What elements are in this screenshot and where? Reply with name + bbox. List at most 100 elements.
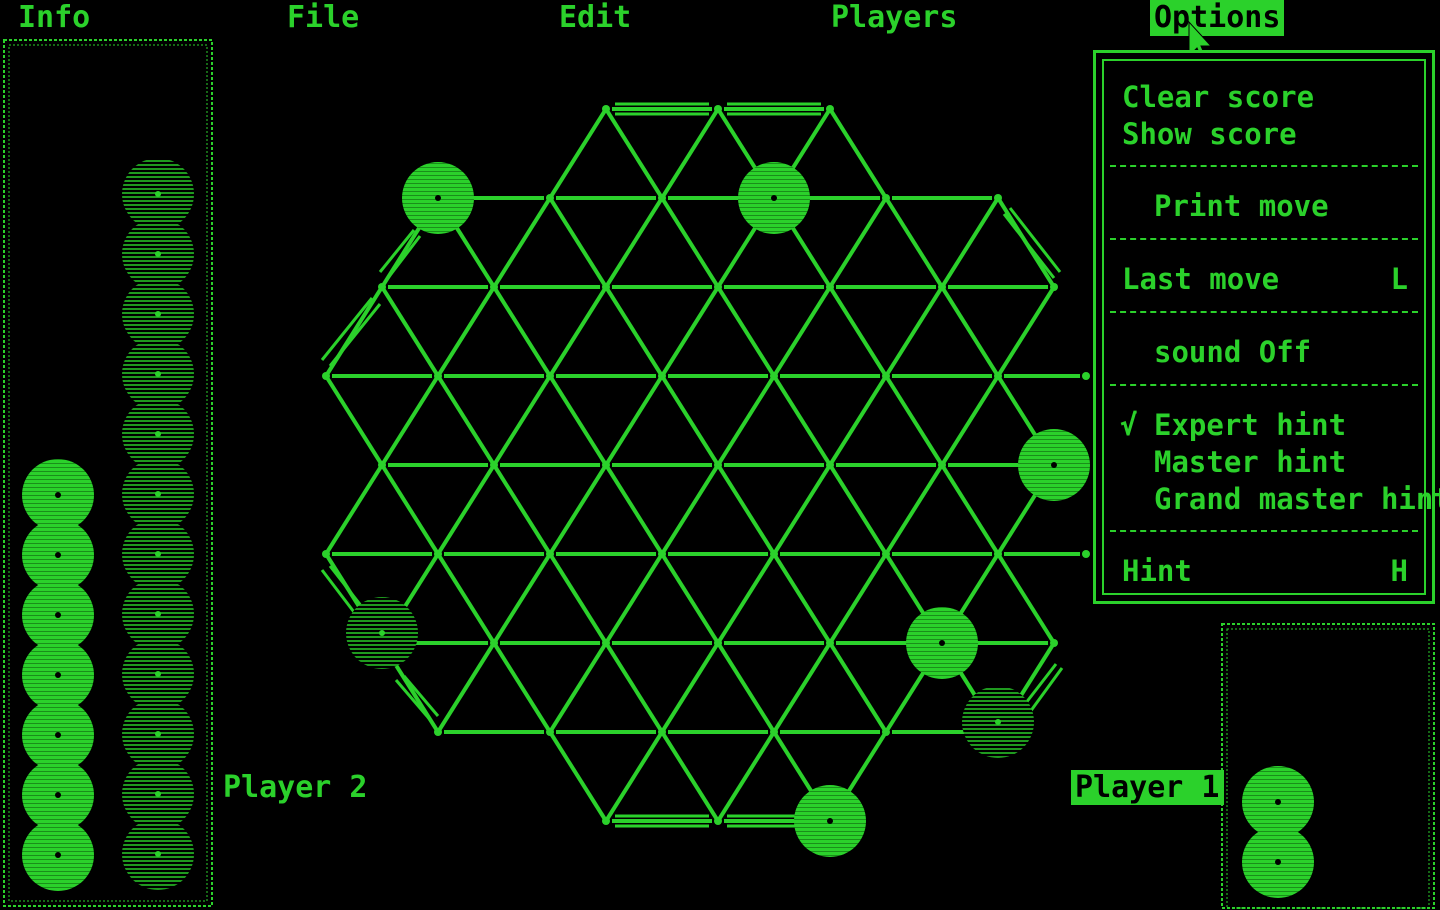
grid-line (828, 196, 888, 289)
piece-center-dot (939, 640, 945, 646)
piece-center-dot (155, 311, 161, 317)
board-node[interactable] (546, 550, 554, 558)
board-node[interactable] (546, 194, 554, 202)
grid-line (940, 285, 1000, 378)
grid-line (772, 463, 832, 556)
piece-center-dot (155, 491, 161, 497)
board-node[interactable] (714, 461, 722, 469)
piece-center-dot (155, 851, 161, 857)
board-node[interactable] (882, 550, 890, 558)
expert-hint-item[interactable]: √ Expert hint (1120, 407, 1414, 443)
board-node[interactable] (490, 461, 498, 469)
grid-line (548, 552, 608, 645)
grid-line (996, 285, 1056, 378)
piece-center-dot (55, 672, 61, 678)
options-dropdown: Clear score Show score Print move Last m… (1093, 50, 1440, 604)
grid-line (884, 196, 944, 289)
print-move-item[interactable]: Print move (1122, 188, 1414, 224)
piece-center-dot (771, 195, 777, 201)
grid-line (940, 374, 1000, 467)
board-node[interactable] (322, 550, 330, 558)
board-node[interactable] (994, 372, 1002, 380)
board-node[interactable] (602, 817, 610, 825)
grid-line (492, 374, 552, 467)
board-node[interactable] (994, 550, 1002, 558)
show-score-item[interactable]: Show score (1122, 116, 1414, 152)
grid-line (548, 285, 608, 378)
board-node[interactable] (658, 550, 666, 558)
board-node[interactable] (546, 372, 554, 380)
board-node[interactable] (770, 550, 778, 558)
board-node[interactable] (434, 728, 442, 736)
board-node[interactable] (434, 550, 442, 558)
piece-center-dot (155, 611, 161, 617)
board-node[interactable] (490, 283, 498, 291)
grid-line (436, 641, 496, 734)
board-node[interactable] (994, 194, 1002, 202)
board-node[interactable] (882, 194, 890, 202)
master-hint-item[interactable]: Master hint (1122, 444, 1414, 480)
board-node[interactable] (602, 283, 610, 291)
board-node[interactable] (1082, 372, 1090, 380)
board-node[interactable] (602, 105, 610, 113)
grid-line (772, 374, 832, 467)
piece-center-dot (55, 612, 61, 618)
board-node[interactable] (882, 372, 890, 380)
board-node[interactable] (546, 728, 554, 736)
board-node[interactable] (826, 105, 834, 113)
board-node[interactable] (490, 639, 498, 647)
grid-line (324, 374, 384, 467)
board-node[interactable] (714, 817, 722, 825)
grand-master-hint-item[interactable]: Grand master hint (1122, 481, 1440, 517)
board-node[interactable] (714, 639, 722, 647)
grid-line (380, 285, 440, 378)
piece-center-dot (155, 731, 161, 737)
grid-line (548, 196, 608, 289)
board-node[interactable] (826, 639, 834, 647)
board-node[interactable] (1050, 639, 1058, 647)
board-node[interactable] (602, 461, 610, 469)
board-node[interactable] (378, 283, 386, 291)
board-node[interactable] (658, 728, 666, 736)
hint-item[interactable]: Hint H (1122, 553, 1414, 589)
board-node[interactable] (714, 105, 722, 113)
board-node[interactable] (1050, 283, 1058, 291)
board-node[interactable] (378, 461, 386, 469)
grid-line (828, 107, 888, 200)
clear-score-item[interactable]: Clear score (1122, 79, 1414, 115)
grid-line (492, 285, 552, 378)
grid-line (492, 641, 552, 734)
board-node[interactable] (938, 283, 946, 291)
board-node[interactable] (658, 372, 666, 380)
grid-line (828, 552, 888, 645)
sound-toggle-item[interactable]: sound Off (1122, 334, 1414, 370)
board-node[interactable] (882, 728, 890, 736)
last-move-item[interactable]: Last move L (1122, 261, 1414, 297)
board-node[interactable] (770, 372, 778, 380)
grid-line (996, 552, 1056, 645)
board-node[interactable] (434, 372, 442, 380)
board-node[interactable] (602, 639, 610, 647)
grid-line (660, 730, 720, 823)
board-node[interactable] (322, 372, 330, 380)
board-node[interactable] (658, 194, 666, 202)
piece-center-dot (155, 671, 161, 677)
piece-center-dot (435, 195, 441, 201)
grid-line (660, 641, 720, 734)
board-node[interactable] (1082, 550, 1090, 558)
piece-center-dot (1275, 799, 1281, 805)
board-node[interactable] (938, 461, 946, 469)
grid-line (1008, 207, 1062, 273)
board-node[interactable] (714, 283, 722, 291)
grid-line (604, 374, 664, 467)
piece-center-dot (155, 251, 161, 257)
grid-line (604, 730, 664, 823)
grid-line (324, 463, 384, 556)
grid-line (380, 463, 440, 556)
check-mark-icon: √ (1120, 408, 1138, 442)
board-node[interactable] (770, 728, 778, 736)
grid-line (716, 463, 776, 556)
grid-line (604, 641, 664, 734)
board-node[interactable] (826, 283, 834, 291)
board-node[interactable] (826, 461, 834, 469)
